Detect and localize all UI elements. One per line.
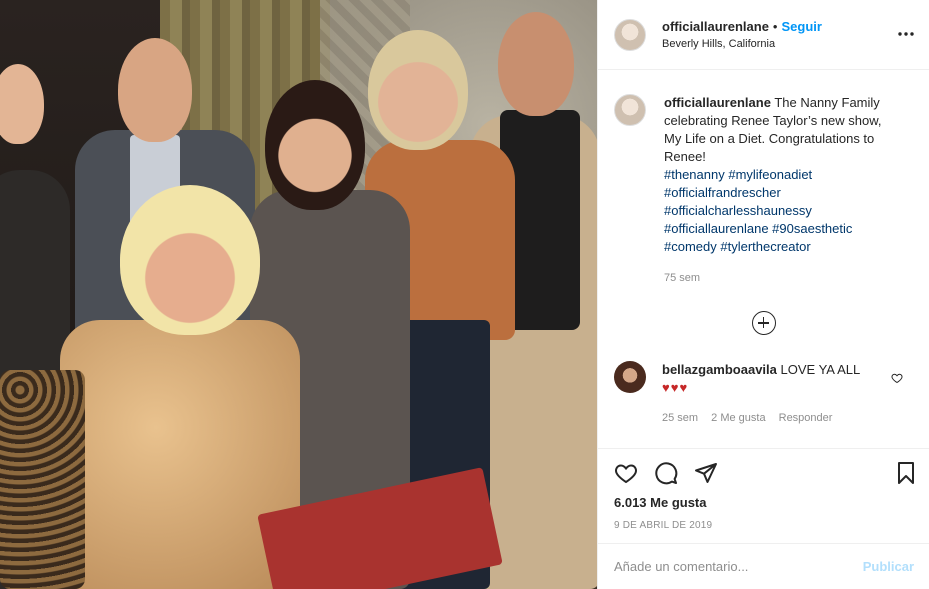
post-location[interactable]: Beverly Hills, California bbox=[662, 38, 822, 50]
hashtag-line[interactable]: #comedy #tylerthecreator bbox=[664, 238, 889, 256]
publish-button[interactable]: Publicar bbox=[863, 559, 914, 574]
caption-username[interactable]: officiallaurenlane bbox=[664, 95, 771, 110]
post-photo[interactable] bbox=[0, 0, 597, 589]
comment-hearts: ♥♥♥ bbox=[662, 380, 689, 395]
caption-avatar[interactable] bbox=[614, 94, 646, 126]
post-date[interactable]: 9 DE ABRIL DE 2019 bbox=[614, 520, 914, 531]
author-username[interactable]: officiallaurenlane bbox=[662, 19, 769, 34]
comments-section[interactable]: officiallaurenlane The Nanny Family cele… bbox=[598, 70, 929, 448]
likes-count[interactable]: 6.013 Me gusta bbox=[614, 495, 914, 510]
add-comment-bar: Publicar bbox=[598, 543, 929, 589]
comment-input[interactable] bbox=[614, 559, 863, 574]
plus-circle-icon[interactable] bbox=[751, 311, 776, 335]
post-header: officiallaurenlane • Seguir Beverly Hills,… bbox=[598, 0, 929, 70]
comment-time[interactable]: 25 sem bbox=[662, 412, 698, 424]
hashtag-line[interactable]: #officialfrandrescher bbox=[664, 184, 889, 202]
hashtag-line[interactable]: #officiallaurenlane #90saesthetic bbox=[664, 220, 889, 238]
separator-dot: • bbox=[772, 19, 778, 34]
heart-icon[interactable] bbox=[891, 372, 903, 387]
commenter-username[interactable]: bellazgamboaavila bbox=[662, 362, 777, 377]
more-horizontal-icon[interactable] bbox=[897, 26, 915, 37]
comment-item: bellazgamboaavila LOVE YA ALL ♥♥♥ 25 sem… bbox=[614, 361, 913, 427]
comment-text: LOVE YA ALL bbox=[780, 362, 861, 377]
commenter-avatar[interactable] bbox=[614, 361, 646, 393]
post-side-panel: officiallaurenlane • Seguir Beverly Hills,… bbox=[597, 0, 929, 589]
heart-icon[interactable] bbox=[614, 461, 638, 488]
caption: officiallaurenlane The Nanny Family cele… bbox=[614, 86, 913, 287]
instagram-post: officiallaurenlane • Seguir Beverly Hills,… bbox=[0, 0, 929, 589]
share-icon[interactable] bbox=[694, 461, 718, 488]
follow-button[interactable]: Seguir bbox=[781, 19, 821, 34]
caption-time[interactable]: 75 sem bbox=[664, 269, 889, 287]
post-actions: 6.013 Me gusta 9 DE ABRIL DE 2019 bbox=[598, 448, 929, 543]
comment-icon[interactable] bbox=[654, 461, 678, 488]
reply-button[interactable]: Responder bbox=[779, 412, 833, 424]
hashtag-line[interactable]: #officialcharlesshaunessy bbox=[664, 202, 889, 220]
bookmark-icon[interactable] bbox=[894, 461, 918, 488]
hashtag-line[interactable]: #thenanny #mylifeonadiet bbox=[664, 166, 889, 184]
comment-likes[interactable]: 2 Me gusta bbox=[711, 412, 765, 424]
author-avatar[interactable] bbox=[614, 18, 646, 51]
